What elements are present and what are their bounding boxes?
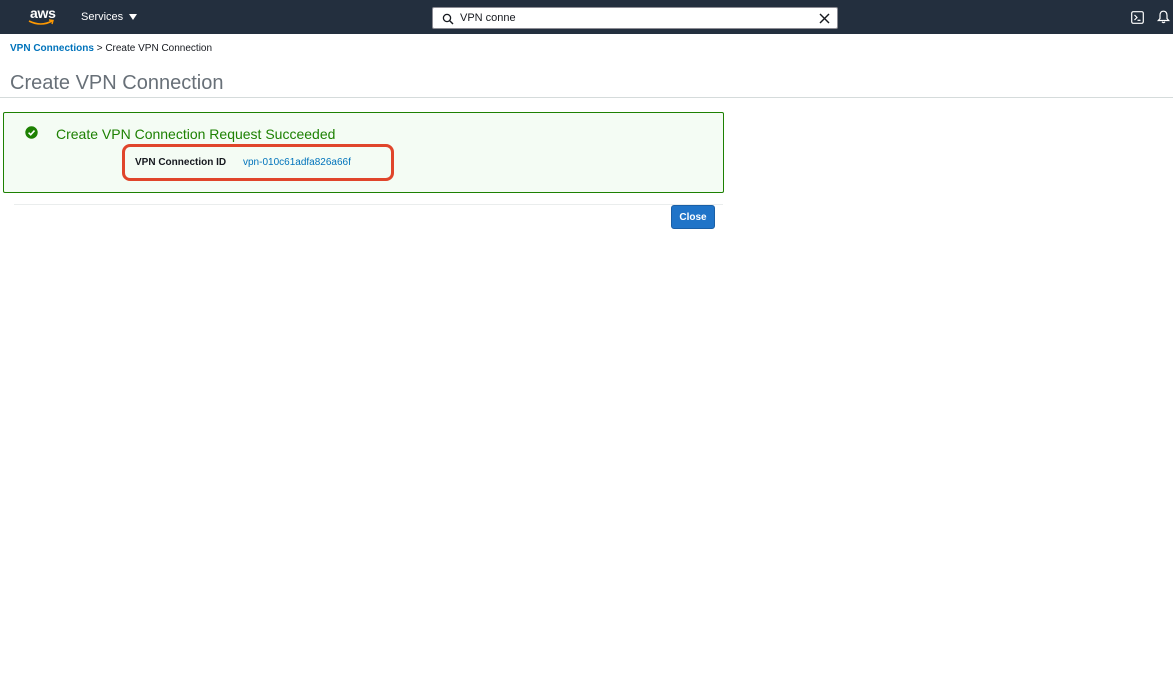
caret-down-icon bbox=[129, 14, 138, 20]
breadcrumb-separator: > bbox=[96, 43, 103, 54]
title-divider bbox=[0, 97, 1173, 98]
breadcrumb-vpn-connections-link[interactable]: VPN Connections bbox=[10, 43, 94, 54]
success-check-icon bbox=[25, 126, 38, 139]
services-menu-button[interactable]: Services bbox=[81, 11, 138, 23]
breadcrumb: VPN Connections > Create VPN Connection bbox=[10, 43, 212, 54]
aws-logo[interactable]: aws bbox=[28, 5, 58, 27]
vpn-connection-id-link[interactable]: vpn-010c61adfa826a66f bbox=[243, 157, 351, 168]
search-box[interactable] bbox=[432, 7, 838, 29]
success-alert: Create VPN Connection Request Succeeded … bbox=[3, 112, 724, 193]
breadcrumb-current: Create VPN Connection bbox=[105, 43, 213, 54]
aws-smile-icon bbox=[28, 19, 54, 25]
notifications-bell-icon[interactable] bbox=[1157, 10, 1170, 24]
actions-divider bbox=[14, 204, 723, 205]
success-message: Create VPN Connection Request Succeeded bbox=[56, 126, 336, 142]
cloudshell-icon[interactable] bbox=[1131, 11, 1144, 24]
close-icon[interactable] bbox=[819, 13, 830, 24]
top-nav: aws Services bbox=[0, 0, 1173, 34]
vpn-connection-id-row: VPN Connection ID vpn-010c61adfa826a66f bbox=[122, 144, 394, 181]
search-input[interactable] bbox=[460, 10, 810, 26]
page-title: Create VPN Connection bbox=[10, 72, 224, 94]
close-button[interactable]: Close bbox=[671, 205, 715, 229]
search-icon bbox=[442, 13, 454, 25]
vpn-connection-id-label: VPN Connection ID bbox=[135, 157, 227, 168]
services-label: Services bbox=[81, 11, 124, 23]
